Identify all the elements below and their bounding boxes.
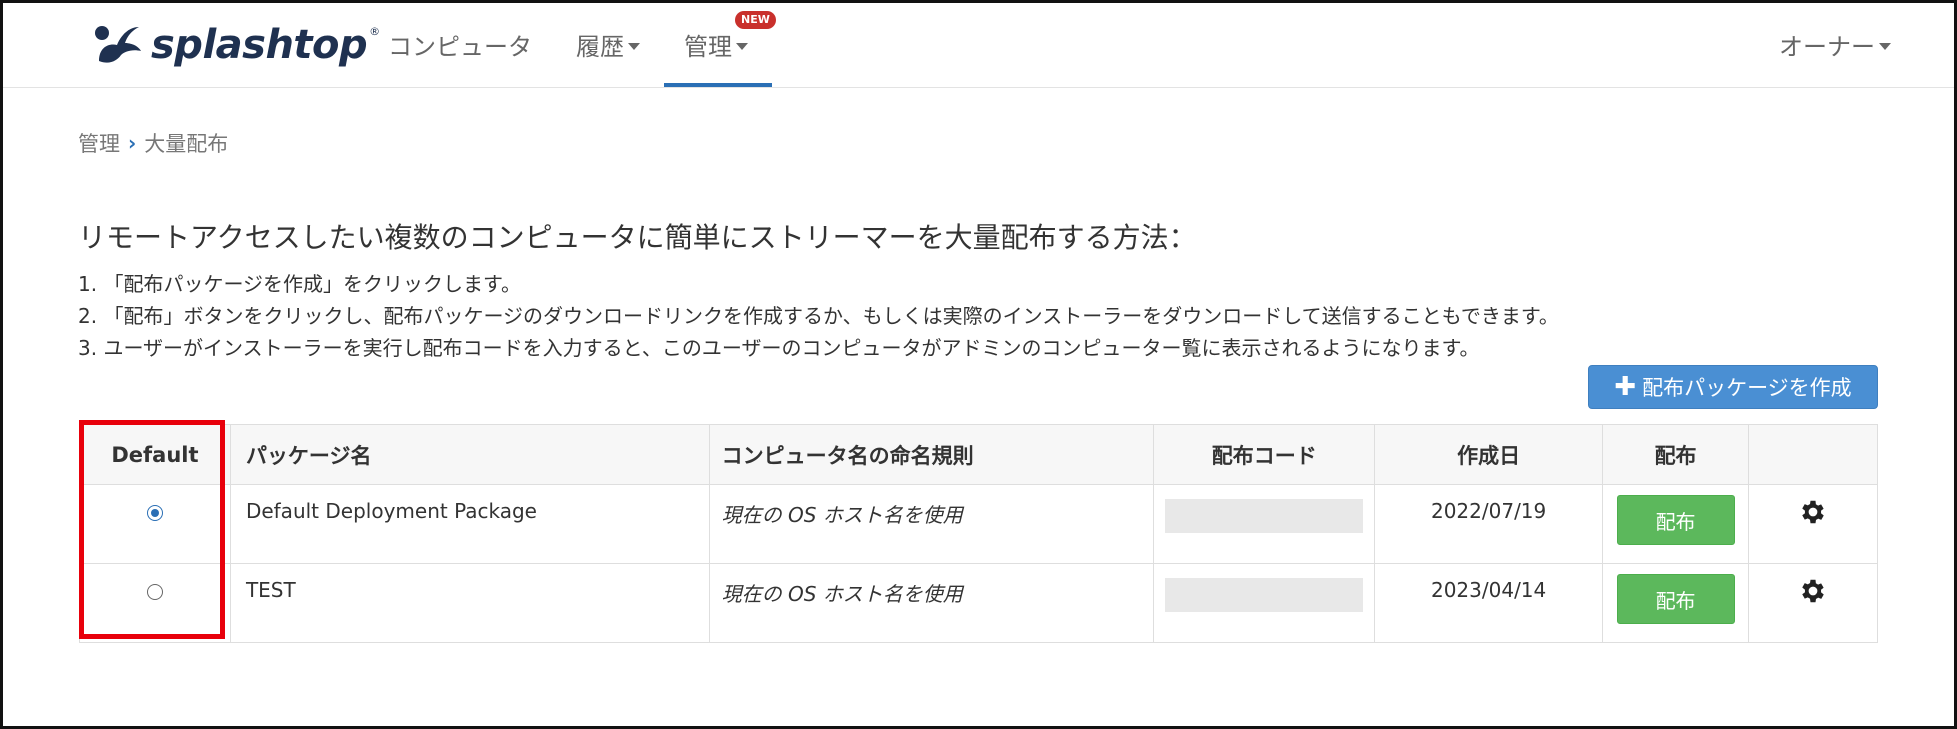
plus-icon: ✚ <box>1614 372 1637 402</box>
page-headline: リモートアクセスしたい複数のコンピュータに簡単にストリーマーを大量配布する方法： <box>78 221 1197 254</box>
chevron-down-icon <box>628 43 640 50</box>
settings-cell <box>1748 484 1878 564</box>
col-header-default[interactable]: Default <box>79 424 231 485</box>
distribution-code-redacted <box>1165 499 1364 533</box>
nav-computers-label: コンピュータ <box>388 33 532 61</box>
breadcrumb: 管理 › 大量配布 <box>78 128 228 158</box>
table-header-row: Default パッケージ名 コンピュータ名の命名規則 配布コード 作成日 配布 <box>79 424 1878 485</box>
nav-manage[interactable]: 管理 <box>684 27 748 62</box>
new-badge: NEW <box>735 11 776 29</box>
col-header-code[interactable]: 配布コード <box>1153 424 1376 485</box>
col-header-naming[interactable]: コンピュータ名の命名規則 <box>708 424 1155 485</box>
nav-computers[interactable]: コンピュータ <box>388 27 532 62</box>
naming-rule: 現在の OS ホスト名を使用 <box>708 563 1155 643</box>
logo-registered-mark: ® <box>369 24 381 38</box>
table-row: TEST 現在の OS ホスト名を使用 2023/04/14 配布 <box>79 563 1878 643</box>
package-name: Default Deployment Package <box>229 484 710 564</box>
distribute-button[interactable]: 配布 <box>1616 574 1735 624</box>
table-row: Default Deployment Package 現在の OS ホスト名を使… <box>79 484 1878 564</box>
code-cell <box>1153 484 1376 564</box>
chevron-right-icon: › <box>128 131 137 155</box>
col-header-package[interactable]: パッケージ名 <box>229 424 710 485</box>
instruction-steps: 1. 「配布パッケージを作成」をクリックします。 2. 「配布」ボタンをクリック… <box>78 268 1559 364</box>
create-package-label: 配布パッケージを作成 <box>1642 376 1852 400</box>
default-radio-checked[interactable] <box>146 505 163 521</box>
breadcrumb-current: 大量配布 <box>144 132 229 156</box>
distribute-button[interactable]: 配布 <box>1616 495 1735 545</box>
gear-icon[interactable] <box>1798 576 1828 606</box>
created-date: 2023/04/14 <box>1374 563 1604 643</box>
default-cell <box>79 484 231 564</box>
created-date: 2022/07/19 <box>1374 484 1604 564</box>
create-package-button[interactable]: ✚ 配布パッケージを作成 <box>1588 365 1878 409</box>
nav-active-indicator <box>664 83 772 87</box>
step-3: 3. ユーザーがインストーラーを実行し配布コードを入力すると、このユーザーのコン… <box>78 336 1480 360</box>
logo-text: splashtop <box>151 22 368 68</box>
step-2: 2. 「配布」ボタンをクリックし、配布パッケージのダウンロードリンクを作成するか… <box>78 304 1559 328</box>
top-navbar: splashtop ® コンピュータ 履歴 管理 NEW オーナー <box>3 3 1954 88</box>
distribute-cell: 配布 <box>1602 563 1750 643</box>
gear-icon[interactable] <box>1798 497 1828 527</box>
naming-rule: 現在の OS ホスト名を使用 <box>708 484 1155 564</box>
default-radio-unchecked[interactable] <box>146 584 163 600</box>
package-name: TEST <box>229 563 710 643</box>
col-header-distribute: 配布 <box>1602 424 1750 485</box>
packages-table: Default パッケージ名 コンピュータ名の命名規則 配布コード 作成日 配布… <box>79 424 1878 643</box>
chevron-down-icon <box>736 43 748 50</box>
chevron-down-icon <box>1879 43 1891 50</box>
nav-owner-label: オーナー <box>1779 33 1875 61</box>
distribute-cell: 配布 <box>1602 484 1750 564</box>
default-cell <box>79 563 231 643</box>
code-cell <box>1153 563 1376 643</box>
nav-manage-label: 管理 <box>684 33 732 61</box>
step-1: 1. 「配布パッケージを作成」をクリックします。 <box>78 272 522 296</box>
nav-history[interactable]: 履歴 <box>576 27 640 62</box>
splashtop-logo[interactable]: splashtop ® <box>91 15 380 75</box>
nav-owner-menu[interactable]: オーナー <box>1779 27 1891 62</box>
settings-cell <box>1748 563 1878 643</box>
col-header-settings <box>1748 424 1878 485</box>
distribution-code-redacted <box>1165 578 1364 612</box>
splashtop-logo-icon <box>95 26 141 63</box>
nav-history-label: 履歴 <box>576 33 624 61</box>
breadcrumb-parent[interactable]: 管理 <box>78 128 120 158</box>
col-header-created[interactable]: 作成日 <box>1374 424 1604 485</box>
